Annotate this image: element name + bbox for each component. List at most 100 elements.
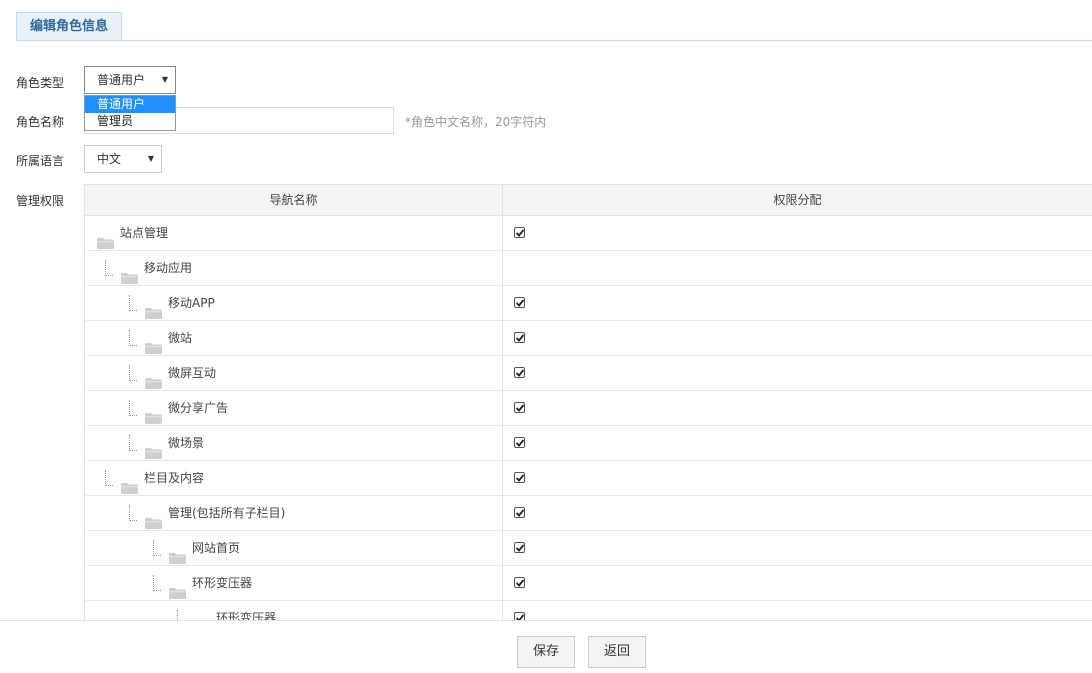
nav-name-cell: 环形变压器 [85, 566, 503, 600]
tree-connector [153, 575, 161, 591]
folder-icon[interactable] [121, 263, 138, 284]
permission-checkbox[interactable] [514, 437, 525, 448]
folder-icon[interactable] [145, 298, 162, 319]
nav-name-label: 微屏互动 [168, 366, 217, 380]
tree-connector [105, 260, 113, 276]
permission-checkbox[interactable] [514, 542, 525, 553]
role-type-option[interactable]: 普通用户 [85, 96, 175, 113]
role-type-dropdown[interactable]: 普通用户 管理员 [84, 95, 176, 131]
permission-checkbox[interactable] [514, 297, 525, 308]
language-value: 中文 [97, 152, 122, 166]
permission-checkbox[interactable] [514, 402, 525, 413]
caret-down-icon: ▼ [147, 154, 154, 163]
tree-connector [105, 470, 113, 486]
folder-icon[interactable] [145, 438, 162, 459]
nav-name-cell: 站点管理 [85, 216, 503, 250]
table-body: 站点管理移动应用移动APP 微站微屏互动微分享广告微场景栏目及内容管理(包括所有子… [85, 216, 1092, 620]
table-row: 环形变压器 [85, 566, 1092, 601]
header-divider [16, 40, 1092, 41]
role-name-hint: *角色中文名称，20字符内 [405, 115, 547, 129]
role-type-option[interactable]: 管理员 [85, 113, 175, 130]
table-row: 移动应用 [85, 251, 1092, 286]
folder-icon[interactable] [145, 403, 162, 424]
save-button[interactable]: 保存 [517, 636, 575, 668]
table-row: 站点管理 [85, 216, 1092, 251]
permission-cell [503, 286, 1092, 320]
permission-checkbox[interactable] [514, 507, 525, 518]
permission-cell [503, 531, 1092, 565]
permission-cell [503, 426, 1092, 460]
permission-checkbox[interactable] [514, 472, 525, 483]
tree-connector [129, 365, 137, 381]
tree-connector [129, 435, 137, 451]
nav-name-label: 微场景 [168, 436, 205, 450]
nav-name-cell: 环形变压器 [85, 601, 503, 620]
permissions-label: 管理权限 [16, 194, 65, 208]
folder-icon[interactable] [193, 613, 210, 620]
edit-role-page: 编辑角色信息 角色类型 普通用户 ▼ 普通用户 管理员 角色名称 *角色中文名称… [0, 0, 1092, 673]
table-row: 移动APP [85, 286, 1092, 321]
back-button[interactable]: 返回 [588, 636, 646, 668]
language-select[interactable]: 中文 ▼ [84, 145, 162, 173]
column-header-nav-name: 导航名称 [85, 185, 503, 215]
permission-checkbox[interactable] [514, 577, 525, 588]
tree-connector [129, 505, 137, 521]
folder-icon[interactable] [145, 508, 162, 529]
nav-name-cell: 微屏互动 [85, 356, 503, 390]
table-row: 微站 [85, 321, 1092, 356]
table-header: 导航名称 权限分配 [85, 185, 1092, 216]
nav-name-cell: 微分享广告 [85, 391, 503, 425]
nav-name-label: 管理(包括所有子栏目) [168, 506, 286, 520]
folder-icon[interactable] [169, 578, 186, 599]
role-type-select[interactable]: 普通用户 ▼ [84, 66, 176, 94]
column-header-permission: 权限分配 [773, 193, 822, 207]
tree-connector [129, 400, 137, 416]
tree-connector [153, 540, 161, 556]
permission-cell [503, 251, 1092, 285]
table-row: 环形变压器 [85, 601, 1092, 620]
permission-checkbox[interactable] [514, 612, 525, 620]
table-row: 管理(包括所有子栏目) [85, 496, 1092, 531]
permission-checkbox[interactable] [514, 367, 525, 378]
permission-checkbox[interactable] [514, 332, 525, 343]
permissions-table: 导航名称 权限分配 站点管理移动应用移动APP 微站微屏互动微分享广告微场景栏目及… [84, 184, 1092, 620]
nav-name-cell: 网站首页 [85, 531, 503, 565]
nav-name-label: 网站首页 [192, 541, 241, 555]
nav-name-cell: 移动应用 [85, 251, 503, 285]
permission-cell [503, 601, 1092, 620]
permission-cell [503, 391, 1092, 425]
folder-icon[interactable] [97, 228, 114, 249]
permission-cell [503, 216, 1092, 250]
role-type-value: 普通用户 [97, 73, 146, 87]
nav-name-cell: 栏目及内容 [85, 461, 503, 495]
caret-down-icon: ▼ [161, 75, 168, 84]
nav-name-cell: 移动APP [85, 286, 503, 320]
permission-cell [503, 461, 1092, 495]
tree-connector [129, 330, 137, 346]
table-row: 微屏互动 [85, 356, 1092, 391]
nav-name-cell: 微场景 [85, 426, 503, 460]
table-row: 微场景 [85, 426, 1092, 461]
language-label: 所属语言 [16, 154, 65, 168]
folder-icon[interactable] [121, 473, 138, 494]
role-type-label: 角色类型 [16, 76, 65, 90]
folder-icon[interactable] [169, 543, 186, 564]
nav-name-label: 微分享广告 [168, 401, 229, 415]
page-title-tab[interactable]: 编辑角色信息 [16, 12, 122, 41]
nav-name-label: 栏目及内容 [144, 471, 205, 485]
permission-checkbox[interactable] [514, 227, 525, 238]
nav-name-label: 移动应用 [144, 261, 193, 275]
nav-name-label: 微站 [168, 331, 193, 345]
nav-name-cell: 微站 [85, 321, 503, 355]
permission-cell [503, 496, 1092, 530]
folder-icon[interactable] [145, 368, 162, 389]
folder-icon[interactable] [145, 333, 162, 354]
nav-name-label: 站点管理 [120, 226, 169, 240]
footer-bar: 保存 返回 [0, 620, 1092, 673]
tree-connector [129, 295, 137, 311]
permission-cell [503, 566, 1092, 600]
role-name-label: 角色名称 [16, 115, 65, 129]
nav-name-label: 环形变压器 [192, 576, 253, 590]
tree-connector [177, 610, 185, 620]
nav-name-label: 环形变压器 [216, 611, 277, 620]
